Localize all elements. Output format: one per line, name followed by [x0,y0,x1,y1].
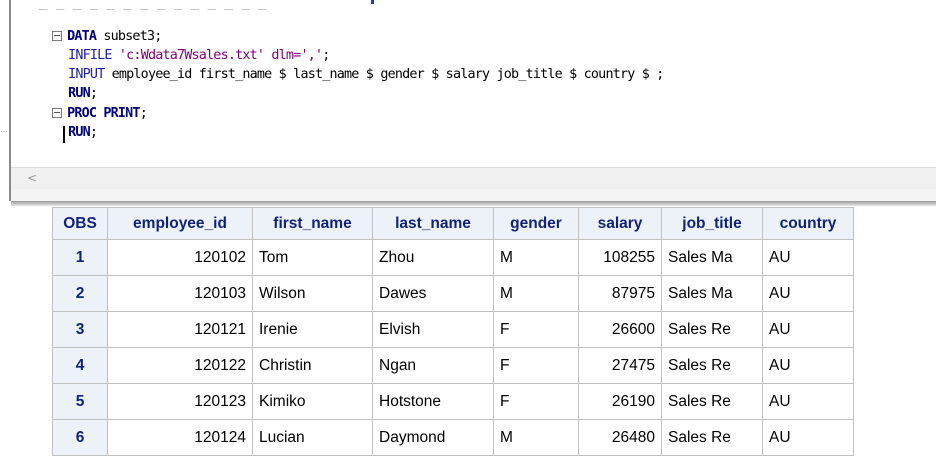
output-table: OBS employee_id first_name last_name gen… [52,207,854,456]
editor-bottom-edge [11,189,936,201]
cell-first-name: Lucian [252,419,373,456]
code-line-3[interactable]: INPUT employee_id first_name $ last_name… [23,48,664,82]
cell-obs: 3 [52,311,108,348]
cell-country: AU [762,275,854,312]
cell-country: AU [762,383,854,420]
cell-gender: M [493,239,579,276]
cell-country: AU [762,311,854,348]
table-row: 3 120121 Irenie Elvish F 26600 Sales Re … [52,311,854,348]
cell-obs: 4 [52,347,108,384]
column-header-obs: OBS [52,207,108,240]
cell-job-title: Sales Re [661,347,763,384]
column-header-country: country [762,207,854,240]
cell-last-name: Ngan [372,347,494,384]
cell-last-name: Zhou [372,239,494,276]
column-header-gender: gender [493,207,579,240]
cell-job-title: Sales Ma [661,239,763,276]
table-row: 6 120124 Lucian Daymond M 26480 Sales Re… [52,419,854,456]
code-line-4[interactable]: RUN; [23,67,98,101]
column-header-job-title: job_title [661,207,763,240]
cell-first-name: Irenie [252,311,373,348]
cell-employee-id: 120123 [107,383,253,420]
table-row: 1 120102 Tom Zhou M 108255 Sales Ma AU [52,239,854,276]
cell-gender: F [493,347,579,384]
code-line-5[interactable]: PROC PRINT; [23,87,148,121]
horizontal-scrollbar[interactable]: < [11,167,936,190]
table-row: 2 120103 Wilson Dawes M 87975 Sales Ma A… [52,275,854,312]
scroll-left-arrow-icon[interactable]: < [27,170,37,186]
code-line-6[interactable]: RUN; [23,106,98,140]
table-row: 5 120123 Kimiko Hotstone F 26190 Sales R… [52,383,854,420]
cell-country: AU [762,239,854,276]
cell-salary: 26600 [578,311,662,348]
cell-gender: M [493,419,579,456]
cell-first-name: Wilson [252,275,373,312]
cell-salary: 26480 [578,419,662,456]
column-header-first-name: first_name [252,207,373,240]
column-header-employee-id: employee_id [107,207,253,240]
cell-last-name: Elvish [372,311,494,348]
cell-obs: 1 [52,239,108,276]
cell-salary: 27475 [578,347,662,384]
code-line-1[interactable]: DATA subset3; [23,10,162,44]
cell-last-name: Hotstone [372,383,494,420]
window-shadow [11,201,936,206]
column-header-salary: salary [578,207,662,240]
cell-job-title: Sales Re [661,419,763,456]
code-editor[interactable]: _ _ _ _ _ _ _ _ _ _ _ _ _ _ DATA subset3… [9,0,936,201]
code-text: ; [89,125,98,140]
cell-gender: F [493,383,579,420]
text-cursor [63,126,65,143]
column-header-last-name: last_name [372,207,494,240]
cell-employee-id: 120102 [107,239,253,276]
cell-obs: 5 [52,383,108,420]
cell-employee-id: 120121 [107,311,253,348]
code-text: employee_id first_name $ last_name $ gen… [104,67,665,82]
cell-last-name: Dawes [372,275,494,312]
cell-first-name: Christin [252,347,373,384]
cell-country: AU [762,347,854,384]
cell-obs: 2 [52,275,108,312]
table-header-row: OBS employee_id first_name last_name gen… [52,207,854,240]
cell-job-title: Sales Re [661,311,763,348]
cell-first-name: Tom [252,239,373,276]
cell-last-name: Daymond [372,419,494,456]
clipped-marker [371,0,374,4]
cell-gender: F [493,311,579,348]
table-row: 4 120122 Christin Ngan F 27475 Sales Re … [52,347,854,384]
cell-salary: 26190 [578,383,662,420]
cell-salary: 108255 [578,239,662,276]
cell-first-name: Kimiko [252,383,373,420]
cell-gender: M [493,275,579,312]
cell-employee-id: 120122 [107,347,253,384]
cell-job-title: Sales Ma [661,275,763,312]
editor-left-marker: … [0,125,8,134]
code-line-2[interactable]: INFILE 'c:Wdata7Wsales.txt' dlm=','; [23,29,330,63]
code-text: ; [139,106,148,121]
code-keyword: RUN [68,125,91,140]
cell-employee-id: 120124 [107,419,253,456]
cell-job-title: Sales Re [661,383,763,420]
cell-country: AU [762,419,854,456]
cell-obs: 6 [52,419,108,456]
clipped-code-line: _ _ _ _ _ _ _ _ _ _ _ _ _ _ [39,0,267,10]
cell-employee-id: 120103 [107,275,253,312]
cell-salary: 87975 [578,275,662,312]
